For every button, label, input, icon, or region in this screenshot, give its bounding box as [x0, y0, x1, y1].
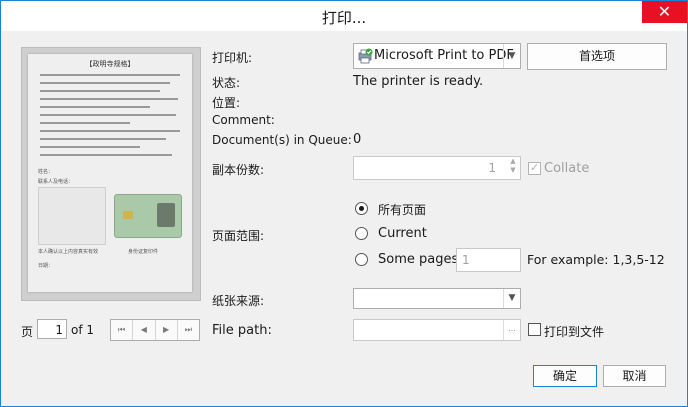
preview-text-line: [40, 74, 180, 76]
preview-date: 日期：: [38, 263, 54, 269]
comment-label: Comment:: [212, 113, 275, 127]
browse-button[interactable]: ...: [503, 320, 520, 340]
preview-text-line: [40, 106, 150, 108]
chevron-down-icon: ▼: [503, 289, 520, 308]
page-number-input[interactable]: 1: [37, 319, 67, 339]
chevron-down-icon: ▼: [510, 166, 516, 174]
collate-label: Collate: [544, 161, 590, 176]
preview-field-name: 姓名：: [38, 169, 54, 175]
page-range-label: 页面范围:: [212, 229, 265, 243]
status-value: The printer is ready.: [353, 74, 484, 89]
print-to-file-label: 打印到文件: [544, 325, 605, 339]
preview-footer-left: 本人确认以上内容真实有效: [38, 249, 99, 255]
status-label: 状态:: [212, 76, 241, 90]
preview-text-line: [40, 98, 178, 100]
file-path-label: File path:: [212, 323, 272, 338]
close-icon: ✕: [657, 2, 672, 21]
last-page-button[interactable]: ⏭: [178, 320, 199, 340]
preview-doc-title: 【政明寺规格】: [85, 60, 135, 68]
check-icon: ✓: [530, 161, 540, 174]
some-pages-placeholder: 1: [462, 253, 470, 267]
print-to-file-checkbox[interactable]: [528, 323, 541, 336]
page-range-example: For example: 1,3,5-12: [527, 252, 665, 267]
page-label: 页: [21, 325, 34, 339]
radio-some-pages-label: Some pages: [378, 252, 459, 267]
paper-source-select[interactable]: ▼: [353, 288, 521, 309]
printer-label: 打印机:: [212, 51, 253, 65]
preview-text-line: [40, 90, 160, 92]
ok-button[interactable]: 确定: [533, 365, 597, 387]
radio-all-pages[interactable]: [355, 202, 368, 215]
copies-input[interactable]: 1 ▲ ▼: [353, 156, 521, 180]
location-label: 位置:: [212, 96, 241, 110]
printer-icon: [358, 48, 373, 64]
print-dialog: 打印... ✕ 【政明寺规格】 姓名： 联系人及电话： 本人确认以上内容真实有效…: [0, 0, 688, 407]
cancel-button[interactable]: 取消: [603, 365, 666, 387]
printer-name: Microsoft Print to PDF: [374, 48, 514, 63]
copies-value: 1: [488, 161, 496, 175]
collate-checkbox[interactable]: ✓: [528, 161, 541, 175]
radio-current-label: Current: [378, 226, 427, 241]
preview-text-line: [40, 138, 166, 140]
copies-spinner[interactable]: ▲ ▼: [506, 157, 520, 179]
title-bar: 打印... ✕: [1, 1, 687, 31]
paper-source-label: 纸张来源:: [212, 294, 265, 308]
file-path-input[interactable]: ...: [353, 319, 521, 341]
printer-select[interactable]: Microsoft Print to PDF ▼: [353, 43, 521, 69]
preview-id-card: [114, 194, 182, 238]
chevron-up-icon: ▲: [510, 157, 516, 165]
queue-label: Document(s) in Queue:: [212, 133, 352, 147]
preview-text-line: [40, 154, 172, 156]
preview-id-photo: [157, 203, 175, 227]
preview-text-line: [40, 130, 180, 132]
preview-field-contact: 联系人及电话：: [38, 179, 74, 185]
dialog-title: 打印...: [321, 9, 367, 27]
radio-current-page[interactable]: [355, 227, 368, 240]
queue-count: 0: [353, 132, 362, 147]
some-pages-input[interactable]: 1: [456, 248, 521, 272]
preview-page: 【政明寺规格】 姓名： 联系人及电话： 本人确认以上内容真实有效 身份证复印件 …: [28, 54, 192, 292]
page-count-label: of 1: [71, 323, 95, 337]
radio-some-pages[interactable]: [355, 253, 368, 266]
next-page-button[interactable]: ▶: [156, 320, 178, 340]
preview-id-chip: [123, 211, 133, 219]
preview-text-line: [40, 82, 170, 84]
first-page-button[interactable]: ⏮: [111, 320, 134, 340]
preview-text-line: [40, 114, 176, 116]
chevron-down-icon: ▼: [503, 44, 520, 68]
preview-signature-area: [38, 187, 106, 245]
prev-page-button[interactable]: ◀: [133, 320, 156, 340]
preview-text-line: [40, 122, 130, 124]
radio-all-pages-label: 所有页面: [378, 203, 427, 217]
preview-footer-right: 身份证复印件: [128, 249, 159, 255]
print-preview: 【政明寺规格】 姓名： 联系人及电话： 本人确认以上内容真实有效 身份证复印件 …: [21, 47, 201, 301]
copies-label: 副本份数:: [212, 163, 265, 177]
close-button[interactable]: ✕: [642, 1, 687, 23]
page-nav-buttons: ⏮ ◀ ▶ ⏭: [110, 319, 200, 341]
preview-text-line: [40, 146, 140, 148]
preferences-button[interactable]: 首选项: [527, 43, 667, 70]
